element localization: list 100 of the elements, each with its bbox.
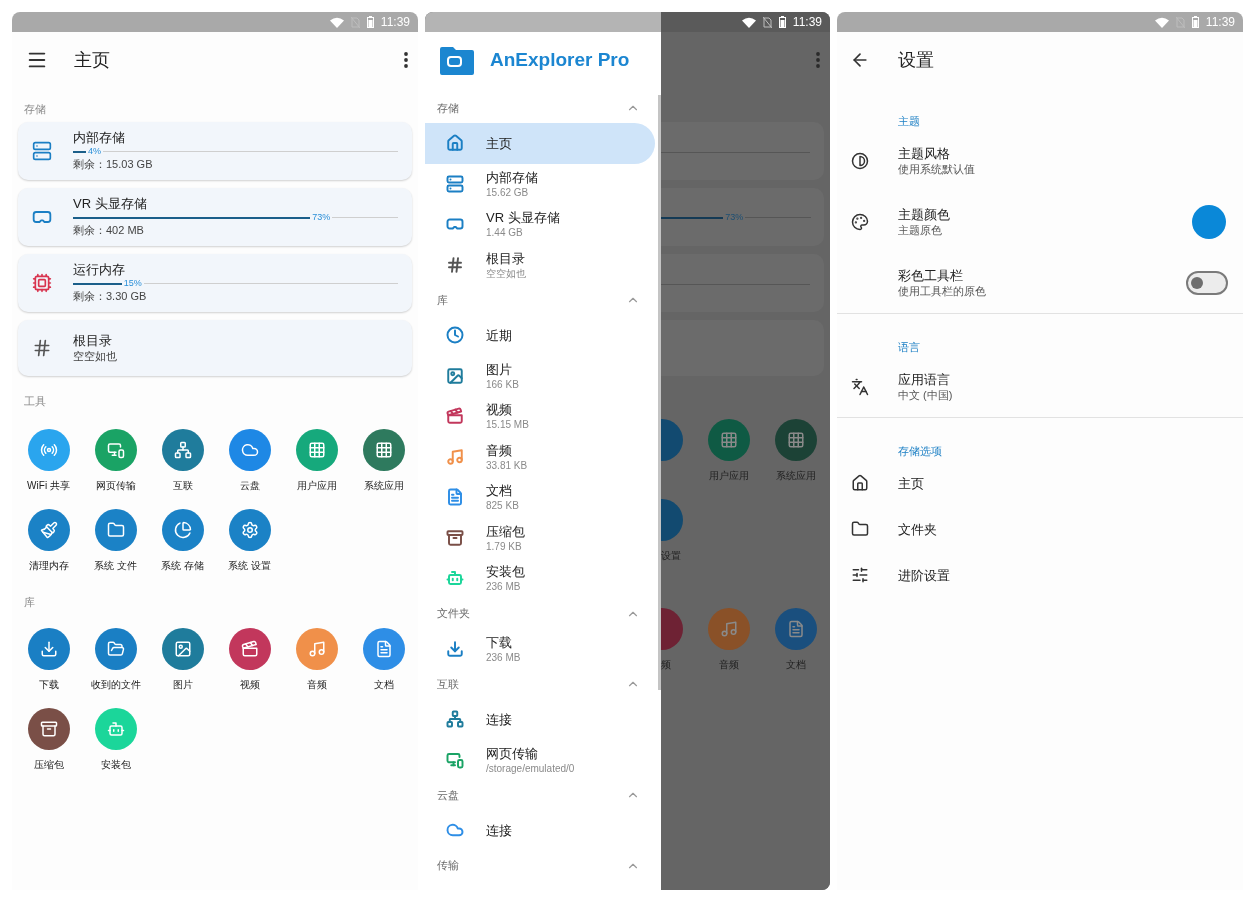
progress-reading: 4%	[86, 146, 103, 157]
home-icon	[851, 474, 869, 492]
screen-title: 设置	[898, 48, 934, 72]
group-title: 存储选项	[898, 445, 942, 457]
app-tile[interactable]: 系统 存储	[149, 509, 216, 589]
drawer-item[interactable]: 压缩包 1.79 KB	[425, 517, 655, 558]
app-tile[interactable]: 云盘	[216, 429, 283, 509]
section-label: 存储	[24, 103, 46, 115]
progress-reading: 73%	[723, 212, 746, 223]
storage-card[interactable]: 内部存储 4% 剩余：15.03 GB	[18, 122, 412, 180]
storage-card[interactable]: 根目录 空空如也	[18, 320, 412, 376]
app-tile[interactable]: WiFi 共享	[15, 429, 82, 509]
no-sim-icon	[762, 16, 772, 28]
storage-subtitle: 剩余：15.03 GB	[73, 157, 154, 172]
drawer-item[interactable]: VR 头显存储 1.44 GB	[425, 204, 655, 245]
setting-title: 主题颜色	[898, 205, 951, 223]
section-label: 文件夹	[437, 606, 471, 622]
drawer-item[interactable]: 视频 15.15 MB	[425, 396, 655, 437]
group-title: 主题	[898, 115, 920, 127]
network-icon	[173, 441, 192, 459]
devices-icon	[106, 441, 125, 459]
app-tile[interactable]: 清理内存	[15, 509, 82, 589]
app-tile[interactable]: 收到的文件	[82, 628, 149, 708]
section-label: 传输	[437, 858, 460, 874]
setting-title: 主页	[898, 474, 925, 492]
section-label: 云盘	[437, 787, 460, 803]
storage-name: VR 头显存储	[73, 196, 148, 212]
battery-icon	[1191, 16, 1199, 28]
clock-time: 11:39	[792, 16, 822, 28]
image-icon	[173, 640, 192, 658]
setting-subtitle: 使用工具栏的原色	[898, 283, 987, 299]
app-tile[interactable]: 互联	[149, 429, 216, 509]
drawer-item[interactable]: 主页	[425, 123, 655, 164]
clock-time: 11:39	[1205, 16, 1235, 28]
more-options-icon	[816, 52, 820, 68]
setting-title: 进阶设置	[898, 566, 951, 584]
document-icon	[374, 640, 393, 658]
palette-icon	[851, 212, 869, 231]
storage-name: 根目录	[73, 332, 113, 349]
battery-icon	[366, 16, 374, 28]
toggle-switch[interactable]	[1186, 270, 1228, 295]
drawer-item[interactable]: 下载 236 MB	[425, 628, 655, 669]
progress-reading: 15%	[121, 278, 144, 289]
storage-card[interactable]: 运行内存 15% 剩余：3.30 GB	[18, 254, 412, 312]
clock-time: 11:39	[380, 16, 410, 28]
group-title: 语言	[898, 341, 920, 353]
app-tile[interactable]: 图片	[149, 628, 216, 708]
folder-icon	[851, 520, 869, 538]
broadcast-icon	[39, 441, 58, 459]
battery-icon	[778, 16, 786, 28]
drawer-item[interactable]: 网页传输 /storage/emulated/0	[425, 739, 655, 780]
storage-card[interactable]: VR 头显存储 73% 剩余：402 MB	[18, 188, 412, 246]
drawer-item[interactable]: 近期	[425, 315, 655, 356]
section-label: 工具	[24, 395, 46, 407]
scrollbar-thumb[interactable]	[658, 95, 661, 690]
drawer-item[interactable]: 根目录 空空如也	[425, 244, 655, 285]
app-tile[interactable]: 系统应用	[350, 429, 417, 509]
section-label: 库	[437, 292, 449, 308]
sliders-icon	[851, 566, 869, 584]
drawer-item[interactable]: 文档 825 KB	[425, 477, 655, 518]
app-name: AnExplorer Pro	[490, 47, 630, 72]
setting-title: 主题风格	[898, 144, 951, 162]
app-tile[interactable]: 系统 设置	[216, 509, 283, 589]
grid-icon	[374, 441, 393, 459]
progress-reading: 73%	[310, 212, 333, 223]
app-tile[interactable]: 网页传输	[82, 429, 149, 509]
app-tile[interactable]: 用户应用	[283, 429, 350, 509]
drawer-item[interactable]: 连接	[425, 699, 655, 740]
wifi-icon	[741, 16, 756, 28]
drawer-item[interactable]: 连接	[425, 810, 655, 851]
drawer-item[interactable]: 图片 166 KB	[425, 355, 655, 396]
setting-title: 应用语言	[898, 370, 951, 388]
drawer-item[interactable]: 安装包 236 MB	[425, 558, 655, 599]
music-note-icon	[307, 640, 326, 658]
app-tile[interactable]: 下载	[15, 628, 82, 708]
app-tile[interactable]: 压缩包	[15, 708, 82, 788]
clapperboard-icon	[240, 640, 259, 658]
translate-icon	[851, 377, 869, 396]
app-tile[interactable]: 音频	[283, 628, 350, 708]
contrast-icon	[851, 151, 869, 170]
color-swatch[interactable]	[1192, 204, 1226, 239]
setting-title: 彩色工具栏	[898, 266, 964, 284]
grid-icon	[307, 441, 326, 459]
drawer-item[interactable]: 音频 33.81 KB	[425, 436, 655, 477]
app-logo	[440, 45, 474, 75]
section-label: 存储	[437, 100, 460, 116]
section-label: 互联	[437, 676, 460, 692]
archive-icon	[39, 720, 58, 738]
app-tile[interactable]: 安装包	[82, 708, 149, 788]
music-note-icon	[719, 620, 738, 638]
drawer-item[interactable]: 内部存储 15.62 GB	[425, 163, 655, 204]
download-icon	[39, 640, 58, 658]
app-tile[interactable]: 视频	[216, 628, 283, 708]
section-label: 库	[24, 596, 35, 608]
more-options-icon[interactable]	[404, 52, 408, 68]
wifi-icon	[1154, 16, 1169, 28]
app-tile[interactable]: 文档	[350, 628, 417, 708]
app-tile[interactable]: 系统 文件	[82, 509, 149, 589]
storage-subtitle: 剩余：402 MB	[73, 223, 145, 238]
folder-icon	[106, 521, 125, 539]
